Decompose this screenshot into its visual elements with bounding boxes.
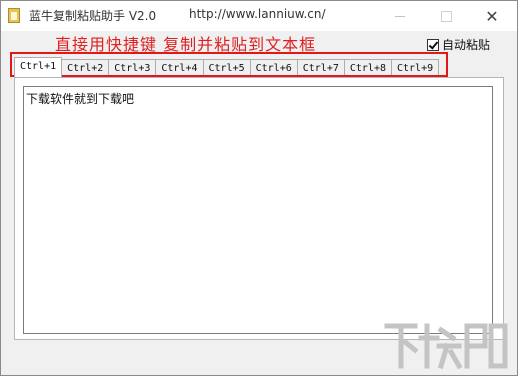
app-notepad-icon xyxy=(8,8,20,23)
clipboard-text-area[interactable]: 下载软件就到下载吧 xyxy=(23,86,493,334)
close-button[interactable]: ✕ xyxy=(469,1,515,31)
auto-paste-label: 自动粘贴 xyxy=(442,38,491,52)
maximize-icon xyxy=(440,10,452,22)
tab-panel: 下载软件就到下载吧 xyxy=(14,77,504,340)
minimize-button[interactable] xyxy=(377,1,423,31)
watermark-logo-icon xyxy=(384,323,508,370)
maximize-button[interactable] xyxy=(423,1,469,31)
website-url: http://www.lanniuw.cn/ xyxy=(189,7,326,21)
minimize-icon xyxy=(395,15,405,17)
window-title: 蓝牛复制粘贴助手 V2.0 xyxy=(29,9,157,23)
auto-paste-option[interactable]: 自动粘贴 xyxy=(427,36,490,53)
title-bar[interactable]: 蓝牛复制粘贴助手 V2.0 http://www.lanniuw.cn/ ✕ xyxy=(1,1,517,31)
close-icon: ✕ xyxy=(485,6,499,26)
tab-highlight-box xyxy=(10,52,448,77)
auto-paste-checkbox[interactable] xyxy=(427,38,439,51)
app-window: 蓝牛复制粘贴助手 V2.0 http://www.lanniuw.cn/ ✕ 直… xyxy=(0,0,518,376)
tab-ctrl-1[interactable]: Ctrl+1 xyxy=(14,57,63,77)
